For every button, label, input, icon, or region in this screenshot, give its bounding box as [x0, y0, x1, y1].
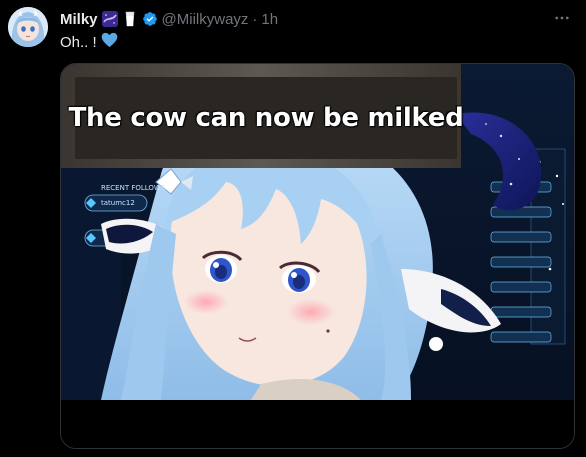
verified-icon[interactable]	[142, 11, 158, 27]
post-header: Milky @Miilkywayz · 1h	[60, 9, 278, 29]
more-dots-icon	[555, 16, 569, 20]
post-timestamp[interactable]: 1h	[261, 11, 278, 28]
separator-dot: ·	[252, 10, 258, 28]
post[interactable]: Milky @Miilkywayz · 1h Oh.. ! The cow ca…	[0, 0, 586, 457]
avatar-image	[8, 7, 48, 47]
milk-emoji-icon	[124, 11, 136, 27]
post-text: Oh.. !	[60, 32, 118, 52]
avatar[interactable]	[8, 7, 48, 47]
blue-heart-icon	[101, 32, 118, 52]
galaxy-emoji-icon	[101, 11, 118, 27]
media-image[interactable]: The cow can now be milked RECENT FOLLOWS…	[60, 63, 575, 449]
hud-recent-label: RECENT FOLLOWS	[101, 184, 166, 192]
hud-username: tatumc12	[101, 199, 135, 207]
caption-overlay: The cow can now be milked	[69, 77, 464, 159]
post-text-content: Oh.. !	[60, 33, 97, 51]
display-name[interactable]: Milky	[60, 11, 98, 28]
caption-text: The cow can now be milked	[68, 103, 464, 133]
more-options-button[interactable]	[552, 8, 572, 28]
user-handle[interactable]: @Miilkywayz	[162, 11, 249, 28]
